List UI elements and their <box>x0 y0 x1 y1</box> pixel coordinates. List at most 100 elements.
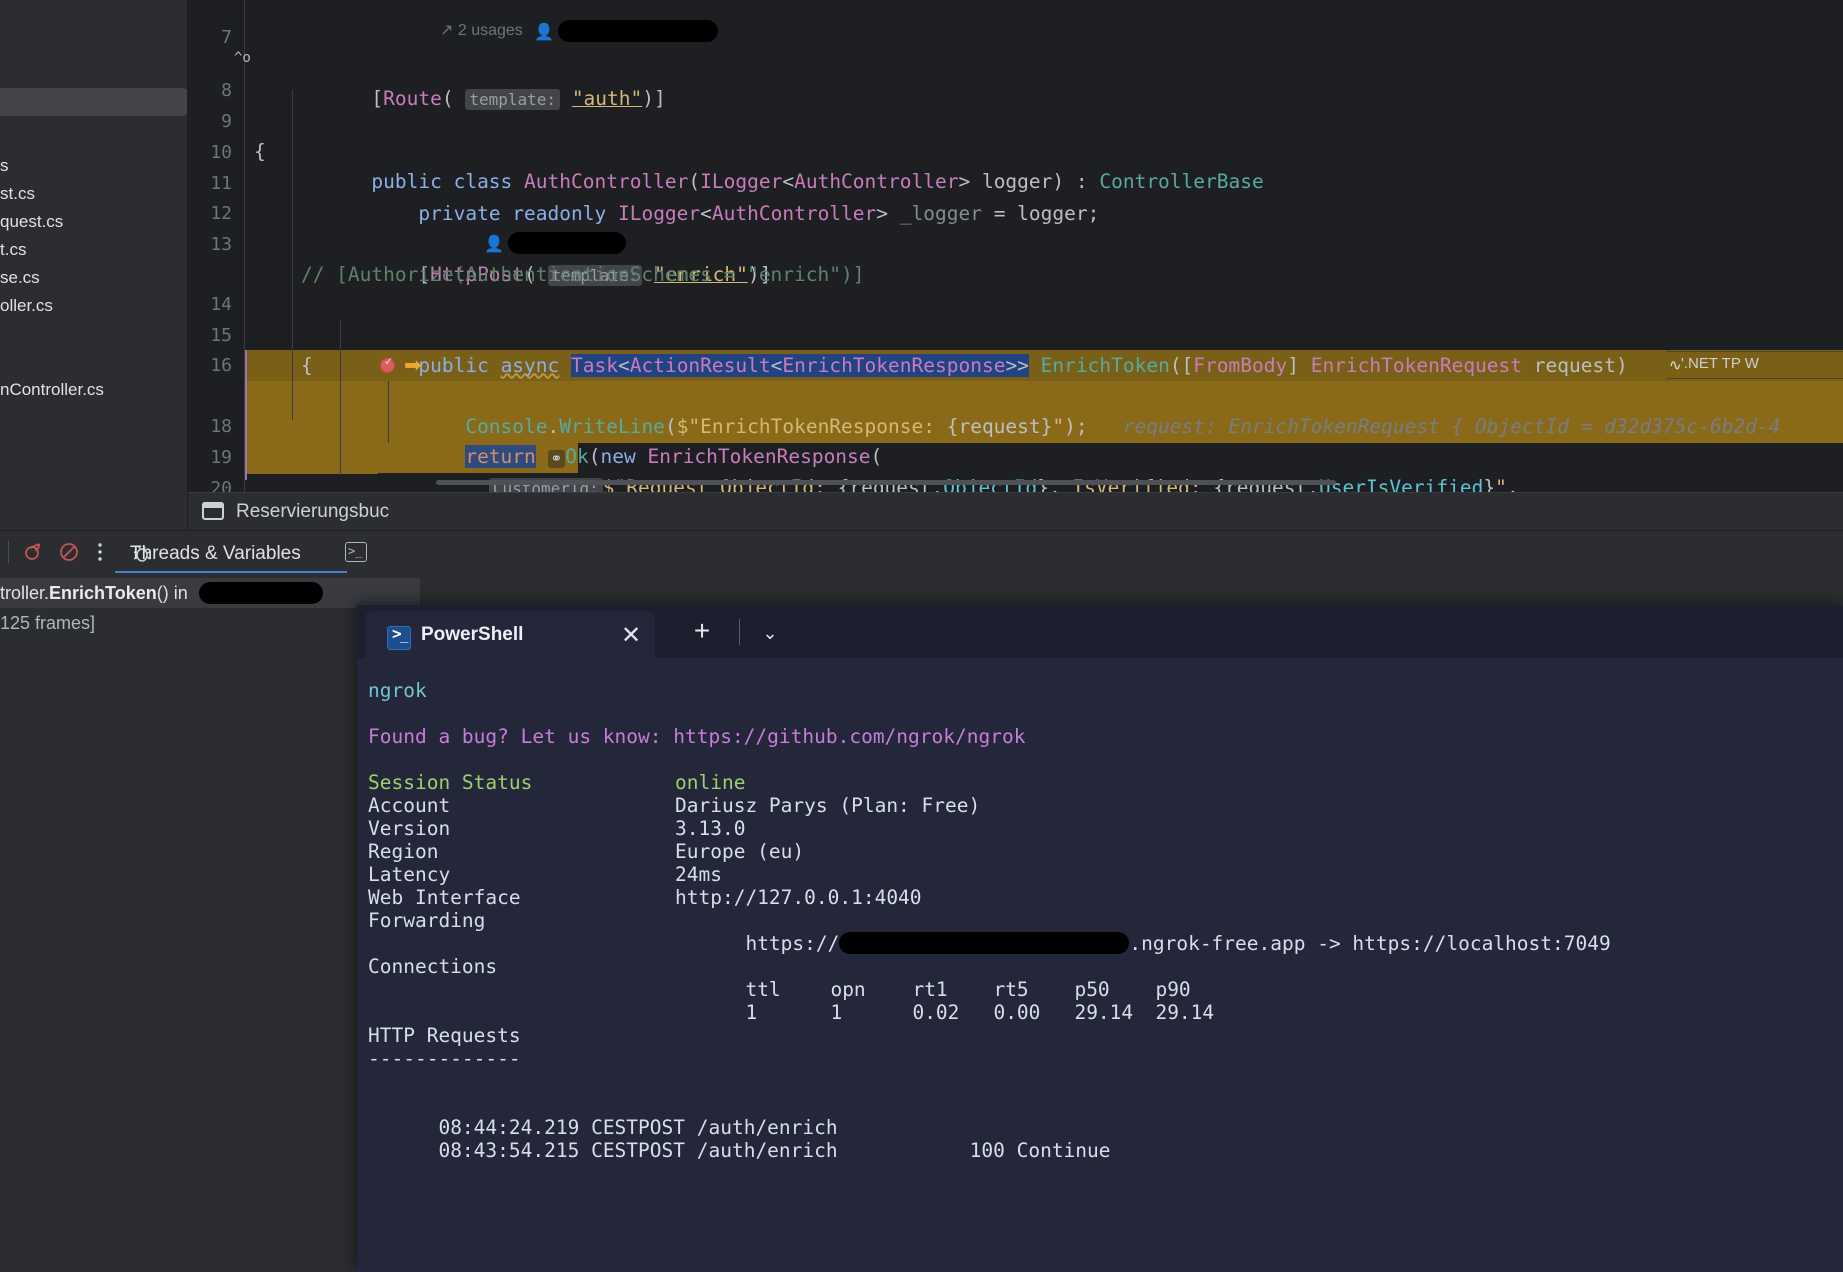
implementations-gutter-icon[interactable]: ^o <box>234 43 251 74</box>
terminal-connections-label: Connections <box>368 955 497 978</box>
frame-suffix: () in <box>157 583 188 603</box>
debug-toolbar[interactable]: Threads & Variables >_ <box>0 530 1843 572</box>
code-line[interactable]: 18 CustomerId:$"Request ObjectId: {reque… <box>188 381 1843 412</box>
new-tab-icon[interactable]: + <box>687 617 717 647</box>
code-vision-author[interactable]: 👤 <box>484 232 626 254</box>
usages-arrow-icon: ↗ <box>440 22 453 39</box>
project-file-item[interactable]: oller.cs <box>0 292 188 320</box>
editor-breadcrumb-bar[interactable]: Reservierungsbuc <box>188 492 1843 530</box>
code-line[interactable]: 20 )); <box>188 443 1843 474</box>
project-file-item[interactable]: quest.cs <box>0 208 188 236</box>
terminal-field-value: 24ms <box>675 863 722 886</box>
terminal-field-value: Europe (eu) <box>675 840 804 863</box>
project-file-item[interactable]: t.cs <box>0 236 188 264</box>
code-editor[interactable]: 7 [Route( template: "auth")] ↗ 2 usages … <box>188 0 1843 492</box>
debug-frames-count: 125 frames] <box>0 608 95 638</box>
dotnet-threadpool-badge[interactable]: ∿ '.NET TP W <box>1653 351 1843 379</box>
code-line[interactable]: 10 private readonly ILogger<AuthControll… <box>188 107 1843 138</box>
titlebar-separator <box>739 619 740 645</box>
person-icon: 👤 <box>534 24 554 41</box>
close-icon[interactable]: ✕ <box>617 623 645 651</box>
forwarding-prefix: https:// <box>745 932 839 955</box>
tab-active-underline <box>115 571 347 573</box>
usages-label: 2 usages <box>458 22 523 39</box>
redacted-frame-path <box>199 582 323 604</box>
terminal-forwarding-label: Forwarding <box>368 909 485 932</box>
code-line[interactable]: 15 { <box>188 290 1843 321</box>
project-tool-window[interactable]: s st.cs quest.cs t.cs se.cs oller.cs nCo… <box>0 0 188 577</box>
terminal-connections-headers: ttlopnrt1rt5p50p90 <box>675 955 1191 978</box>
terminal-field-value: online <box>675 771 745 794</box>
code-line[interactable]: 9 { <box>188 76 1843 107</box>
terminal-field-value: 3.13.0 <box>675 817 745 840</box>
tab-threads-and-variables[interactable]: Threads & Variables <box>130 535 301 573</box>
redacted-author-name <box>508 232 626 254</box>
powershell-terminal-window[interactable]: PowerShell ✕ + ⌄ ngrok Found a bug? Let … <box>357 605 1843 1272</box>
more-options-icon[interactable] <box>88 540 112 564</box>
terminal-field-label: Session Status <box>368 771 532 794</box>
request-method-path: POST /auth/enrich <box>638 1139 838 1162</box>
execution-pointer-icon: ➡ <box>404 355 422 376</box>
terminal-bug-line: Found a bug? Let us know: https://github… <box>368 725 1025 748</box>
code-vision-usages[interactable]: ↗ 2 usages <box>440 20 523 40</box>
code-line[interactable]: 11 <box>188 138 1843 169</box>
code-line[interactable]: 12 [HttpPost( template: "enrich")] <box>188 168 1843 199</box>
editor-tab-label[interactable]: Reservierungsbuc <box>236 501 389 523</box>
mute-breakpoints-icon[interactable] <box>22 540 46 564</box>
conn-value-p90: 29.14 <box>1155 1001 1214 1024</box>
code-vision-author[interactable]: 👤 <box>534 20 718 42</box>
project-file-item[interactable]: se.cs <box>0 264 188 292</box>
window-icon-bar <box>202 502 224 508</box>
conn-value-rt1: 0.02 <box>912 1001 993 1024</box>
code-line[interactable]: 8 ^o public class AuthController(ILogger… <box>188 45 1843 76</box>
person-icon: 👤 <box>484 236 504 253</box>
frame-prefix: troller. <box>0 583 49 603</box>
terminal-connections-values: 110.020.0029.1429.14 <box>675 978 1214 1001</box>
terminal-field-label: Account <box>368 794 450 817</box>
conn-value-opn: 1 <box>830 1001 912 1024</box>
project-selected-row[interactable] <box>0 88 188 116</box>
request-status: 100 Continue <box>970 1139 1111 1162</box>
terminal-tab-powershell[interactable]: PowerShell ✕ <box>365 611 655 658</box>
line-number: 13 <box>188 230 232 261</box>
request-time: 08:43:54.215 CEST <box>438 1139 638 1162</box>
chevron-down-icon[interactable]: ⌄ <box>755 619 785 647</box>
terminal-http-requests-rule: ------------- <box>368 1047 521 1070</box>
disable-breakpoints-icon[interactable] <box>57 540 81 564</box>
code-line[interactable]: 13 // [Authorize(AuthenticationSchemes =… <box>188 199 1843 230</box>
terminal-field-value: http://127.0.0.1:4040 <box>675 886 922 909</box>
terminal-titlebar[interactable]: PowerShell ✕ + ⌄ <box>357 605 1843 658</box>
breakpoint-icon[interactable] <box>380 358 395 373</box>
code-content[interactable]: 7 [Route( template: "auth")] ↗ 2 usages … <box>188 0 1843 492</box>
terminal-tab-label: PowerShell <box>421 624 523 646</box>
terminal-field-label: Version <box>368 817 450 840</box>
terminal-field-value: Dariusz Parys (Plan: Free) <box>675 794 980 817</box>
terminal-output[interactable]: ngrok Found a bug? Let us know: https://… <box>357 658 1843 1272</box>
terminal-http-requests-title: HTTP Requests <box>368 1024 521 1047</box>
redacted-subdomain <box>839 932 1129 954</box>
terminal-field-label: Region <box>368 840 438 863</box>
code-line[interactable]: 19 RolesCommaDelimiter:"Admin,User" <box>188 412 1843 443</box>
console-tab-glyph: >_ <box>348 544 362 558</box>
code-line[interactable]: 7 [Route( template: "auth")] <box>188 0 1843 23</box>
project-file-item[interactable]: st.cs <box>0 180 188 208</box>
debug-frame-label[interactable]: troller.EnrichToken() in <box>0 578 323 608</box>
forwarding-suffix: .ngrok-free.app -> https://localhost:704… <box>1129 932 1610 955</box>
terminal-command: ngrok <box>368 679 427 702</box>
redacted-author-name <box>558 20 718 42</box>
project-file-item[interactable]: nController.cs <box>0 376 188 404</box>
terminal-forwarding-value: https://.ngrok-free.app -> https://local… <box>675 909 1611 932</box>
powershell-icon <box>387 626 411 650</box>
terminal-field-label: Web Interface <box>368 886 521 909</box>
code-line-executing[interactable]: return ⚭Ok(new EnrichTokenResponse( <box>188 350 1843 381</box>
code-line[interactable]: 16 Console.WriteLine($"EnrichTokenRespon… <box>188 320 1843 351</box>
conn-value-ttl: 1 <box>745 1001 830 1024</box>
project-file-list[interactable]: s st.cs quest.cs t.cs se.cs oller.cs nCo… <box>0 122 188 404</box>
terminal-http-request-row: 08:44:24.219 CESTPOST /auth/enrich <box>368 1093 838 1116</box>
squiggle-icon: ∿ <box>1669 356 1682 374</box>
conn-value-rt5: 0.00 <box>993 1001 1074 1024</box>
editor-horizontal-scrollbar[interactable] <box>436 480 1336 485</box>
project-file-item[interactable]: s <box>0 152 188 180</box>
conn-value-p50: 29.14 <box>1074 1001 1155 1024</box>
code-line[interactable]: 14 public async Task<ActionResult<Enrich… <box>188 259 1843 290</box>
